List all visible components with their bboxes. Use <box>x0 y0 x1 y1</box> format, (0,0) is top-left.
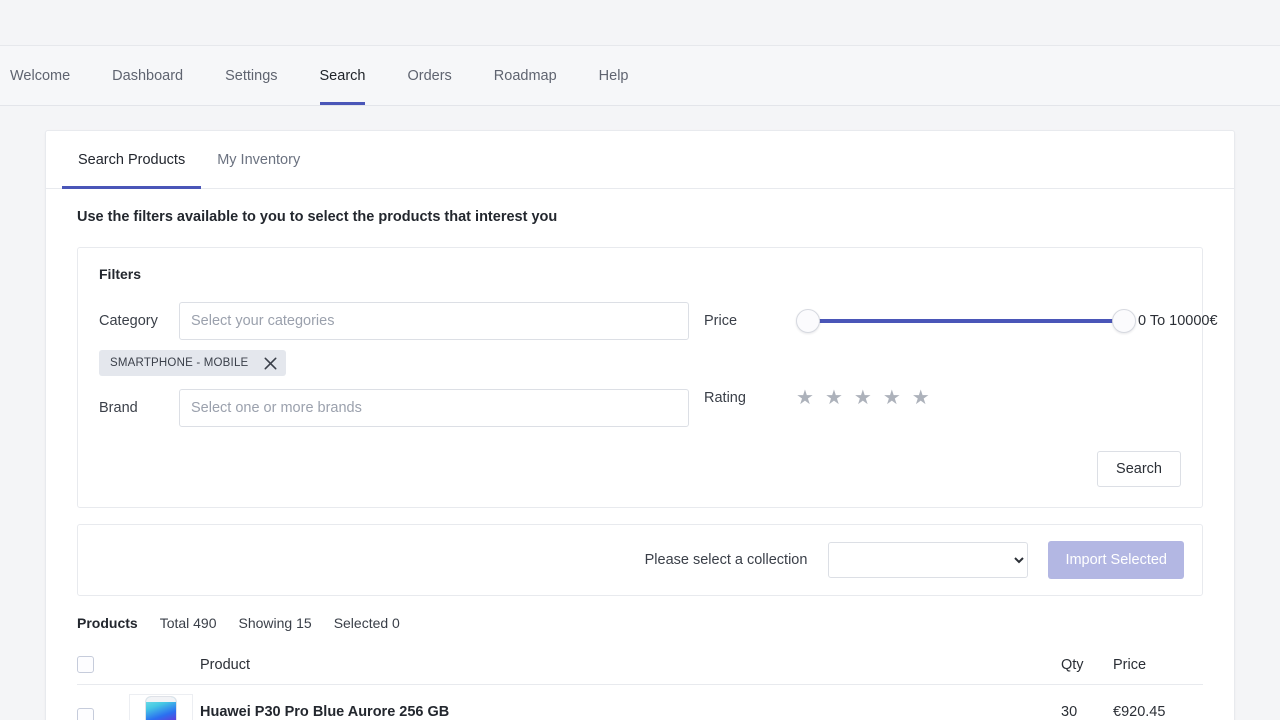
nav-item-roadmap[interactable]: Roadmap <box>473 46 578 105</box>
nav-item-label: Dashboard <box>112 67 184 84</box>
price-range-text: 0 To 10000€ <box>1138 313 1218 329</box>
close-icon[interactable] <box>260 353 280 373</box>
price-label: Price <box>704 313 738 329</box>
nav-item-label: Welcome <box>10 67 71 84</box>
filters-panel: Filters Category SMARTPHONE - MOBILE <box>77 247 1218 508</box>
products-total: Total 490 <box>159 615 217 631</box>
products-showing: Showing 15 <box>238 615 312 631</box>
products-selected: Selected 0 <box>333 615 400 631</box>
category-row: Category <box>99 302 689 340</box>
category-chip-row: SMARTPHONE - MOBILE <box>99 350 689 376</box>
nav-item-label: Settings <box>225 67 278 84</box>
rating-stars: ★ ★ ★ ★ ★ <box>796 388 930 408</box>
star-icon-4[interactable]: ★ <box>883 388 901 408</box>
main-navigation: Welcome Dashboard Settings Search Orders… <box>0 46 1280 106</box>
collection-bar: Please select a collection Import Select… <box>77 524 1203 596</box>
rating-label: Rating <box>704 390 746 406</box>
search-button-row: Search <box>99 451 1181 487</box>
nav-item-settings[interactable]: Settings <box>204 46 298 105</box>
page-container: Search Products My Inventory Use the fil… <box>0 106 1280 720</box>
star-icon-2[interactable]: ★ <box>825 388 843 408</box>
sub-tabs: Search Products My Inventory <box>46 131 1234 189</box>
products-title: Products <box>77 615 138 631</box>
nav-item-search[interactable]: Search <box>299 46 387 105</box>
brand-input[interactable] <box>179 389 689 427</box>
column-header-price: Price <box>1113 656 1147 673</box>
search-card: Search Products My Inventory Use the fil… <box>45 130 1235 720</box>
nav-item-orders[interactable]: Orders <box>386 46 472 105</box>
category-chip-smartphone-mobile[interactable]: SMARTPHONE - MOBILE <box>99 350 287 376</box>
column-header-qty: Qty <box>1061 656 1084 673</box>
product-image <box>129 694 193 720</box>
price-row: Price 0 To 10000€ <box>704 302 1218 340</box>
price-slider-handle-max[interactable] <box>1112 309 1136 333</box>
tab-label: My Inventory <box>217 151 301 168</box>
search-button[interactable]: Search <box>1097 451 1181 487</box>
star-icon-1[interactable]: ★ <box>796 388 814 408</box>
filters-right-column: Price 0 To 10000€ Rating ★ ★ ★ ★ ★ <box>689 302 1218 437</box>
products-table-header: Product Qty Price <box>77 645 1203 685</box>
tab-my-inventory[interactable]: My Inventory <box>201 131 316 188</box>
product-thumbnail-cell <box>125 694 200 720</box>
category-input[interactable] <box>179 302 689 340</box>
star-icon-5[interactable]: ★ <box>912 388 930 408</box>
nav-item-label: Orders <box>407 67 452 84</box>
brand-row: Brand <box>99 389 689 427</box>
filters-left-column: Category SMARTPHONE - MOBILE <box>99 302 689 437</box>
product-price: €920.45 <box>1113 704 1166 720</box>
tab-search-products[interactable]: Search Products <box>62 131 202 189</box>
star-icon-3[interactable]: ★ <box>854 388 872 408</box>
card-body: Use the filters available to you to sele… <box>46 189 1234 720</box>
lead-instructions: Use the filters available to you to sele… <box>77 209 558 225</box>
table-row[interactable]: Huawei P30 Pro Blue Aurore 256 GB Huawei… <box>77 685 1203 720</box>
nav-item-dashboard[interactable]: Dashboard <box>91 46 204 105</box>
import-selected-button[interactable]: Import Selected <box>1048 541 1184 579</box>
price-slider-handle-min[interactable] <box>796 309 820 333</box>
brand-label: Brand <box>99 400 138 416</box>
browser-chrome-band <box>0 0 1280 46</box>
nav-item-welcome[interactable]: Welcome <box>0 46 91 105</box>
collection-label: Please select a collection <box>644 552 808 568</box>
nav-item-label: Search <box>319 67 366 84</box>
rating-row: Rating ★ ★ ★ ★ ★ <box>704 388 1218 408</box>
select-all-checkbox[interactable] <box>77 656 94 673</box>
filters-title: Filters <box>99 266 142 282</box>
nav-item-label: Roadmap <box>493 67 557 84</box>
price-slider-track <box>808 319 1124 323</box>
product-info-cell: Huawei P30 Pro Blue Aurore 256 GB Huawei… <box>200 694 1061 720</box>
chip-label: SMARTPHONE - MOBILE <box>110 357 249 369</box>
row-checkbox[interactable] <box>77 708 94 720</box>
nav-item-label: Help <box>598 67 629 84</box>
product-title: Huawei P30 Pro Blue Aurore 256 GB <box>200 704 450 720</box>
product-price-cell: €920.45 <box>1113 694 1203 720</box>
category-label: Category <box>99 313 158 329</box>
nav-item-help[interactable]: Help <box>578 46 650 105</box>
products-summary: Products Total 490 Showing 15 Selected 0 <box>77 615 1203 631</box>
collection-select[interactable] <box>828 542 1029 578</box>
tab-label: Search Products <box>78 151 186 168</box>
column-header-product: Product <box>200 656 250 673</box>
product-qty: 30 <box>1061 704 1078 720</box>
products-table: Product Qty Price Huawei P30 Pro Blue Au <box>77 645 1203 720</box>
price-range-slider[interactable] <box>796 308 1136 334</box>
phone-illustration <box>146 697 176 720</box>
select-all-cell <box>77 656 125 673</box>
product-qty-cell: 30 <box>1061 694 1113 720</box>
row-select-cell <box>77 694 125 720</box>
